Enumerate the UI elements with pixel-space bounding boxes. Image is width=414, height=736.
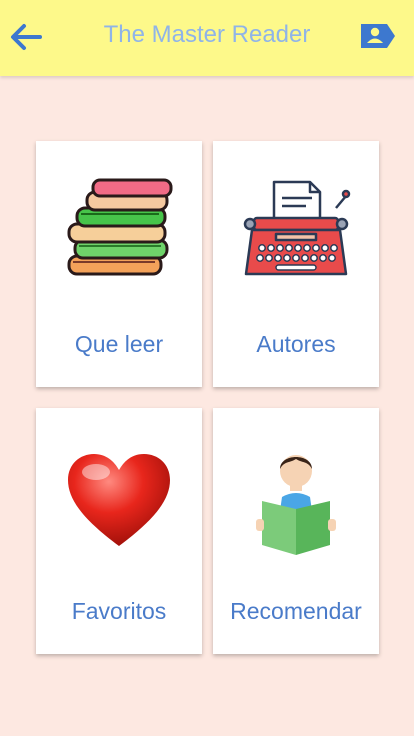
typewriter-icon (243, 180, 351, 276)
card-label: Recomendar (230, 598, 362, 624)
card-favoritos[interactable]: Favoritos (36, 408, 202, 654)
card-recomendar[interactable]: Recomendar (213, 408, 379, 654)
card-que-leer[interactable]: Que leer (36, 141, 202, 387)
heart-illustration (36, 438, 202, 562)
app-bar: The Master Reader (0, 0, 414, 76)
contact-card-icon (361, 24, 395, 48)
card-label: Favoritos (71, 598, 167, 624)
heart-icon (68, 454, 170, 546)
reader-illustration (213, 438, 379, 562)
books-stack-icon (67, 178, 173, 276)
typewriter-illustration (213, 171, 379, 295)
app-title: The Master Reader (103, 21, 311, 48)
back-button[interactable] (8, 20, 44, 54)
arrow-left-icon (11, 24, 42, 50)
card-label: Que leer (74, 331, 164, 357)
card-label: Autores (256, 331, 336, 357)
profile-button[interactable] (358, 18, 398, 54)
person-reading-icon (256, 455, 336, 555)
card-autores[interactable]: Autores (213, 141, 379, 387)
books-illustration (36, 171, 202, 295)
